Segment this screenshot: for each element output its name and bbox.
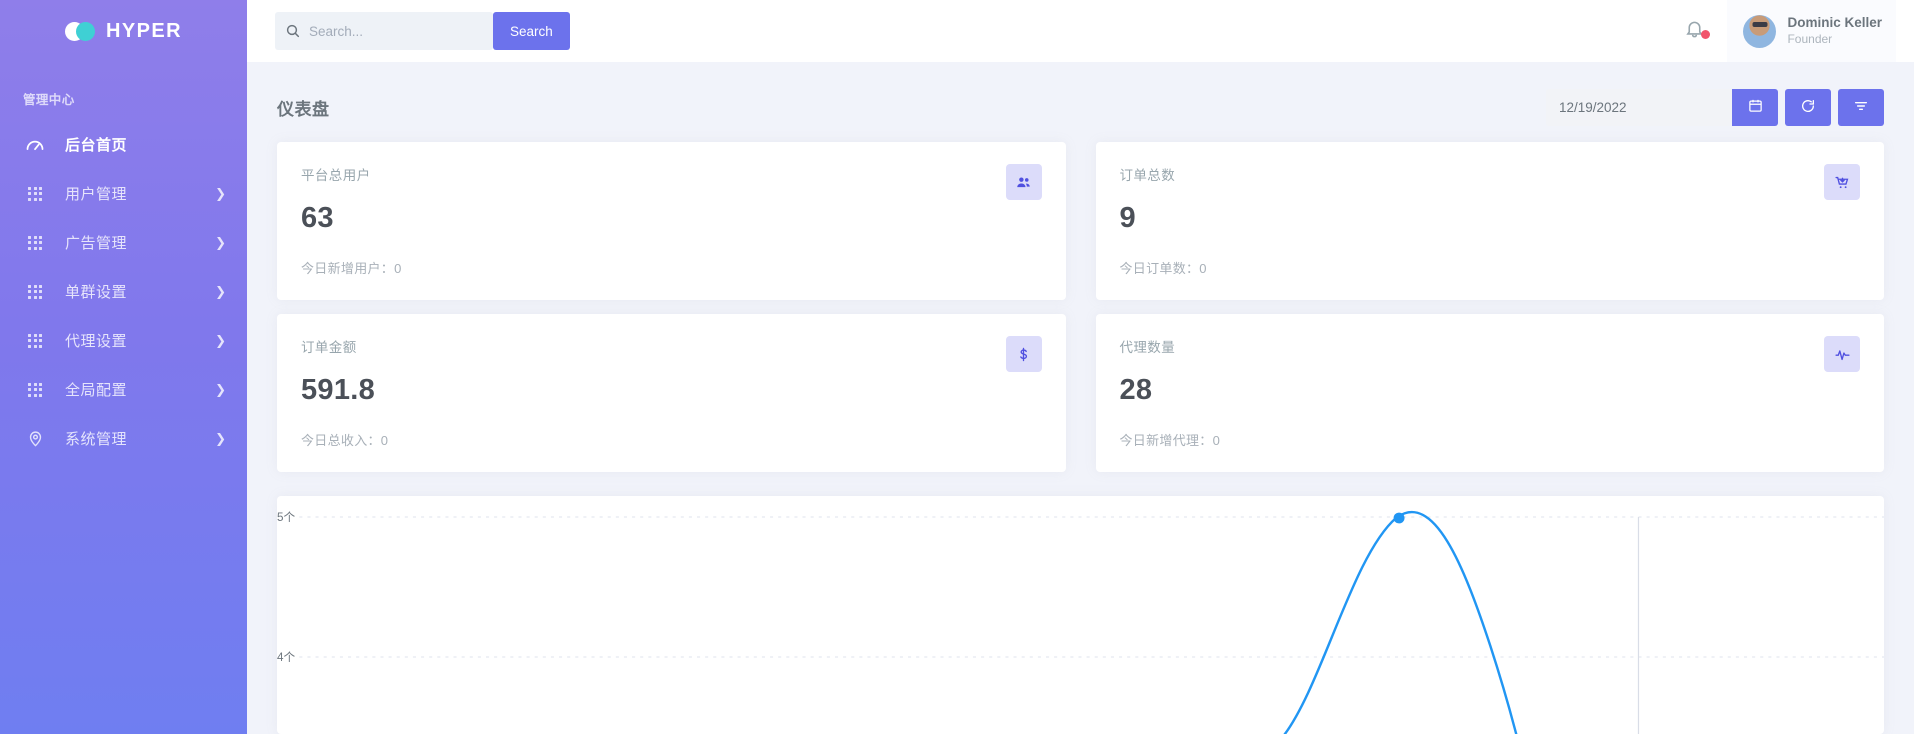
dollar-icon [1006,336,1042,372]
sidebar-item-ad-management[interactable]: 广告管理 ❯ [0,218,247,267]
sidebar-item-label: 全局配置 [65,379,215,400]
refresh-icon [1800,98,1816,117]
dashboard-app: HYPER 管理中心 后台首页 用户管理 ❯ [0,0,1914,734]
chevron-right-icon: ❯ [215,285,226,298]
avatar [1743,15,1776,48]
sidebar-item-user-management[interactable]: 用户管理 ❯ [0,169,247,218]
user-role: Founder [1787,32,1882,47]
stat-subtext: 今日总收入：0 [301,430,1042,449]
stat-value: 9 [1120,202,1861,235]
logo-mark-icon [65,22,99,41]
grid-icon [25,282,45,302]
filter-icon [1853,98,1869,117]
sidebar-item-label: 广告管理 [65,232,215,253]
stat-label: 订单金额 [301,336,1042,356]
notification-badge [1701,30,1710,39]
sidebar-item-label: 用户管理 [65,183,215,204]
brand-logo[interactable]: HYPER [0,0,247,62]
page-title: 仪表盘 [277,95,330,120]
filter-button[interactable] [1838,89,1884,126]
stat-subtext: 今日新增用户：0 [301,258,1042,277]
stat-value: 28 [1120,374,1861,407]
stat-card-total-users: 平台总用户 63 今日新增用户：0 [277,142,1066,300]
chart-data-point-peak[interactable] [1394,513,1405,524]
search-button[interactable]: Search [493,12,570,50]
chevron-right-icon: ❯ [215,187,226,200]
sidebar-item-agent-settings[interactable]: 代理设置 ❯ [0,316,247,365]
main-area: Search Dominic Keller [247,0,1914,734]
chevron-right-icon: ❯ [215,432,226,445]
date-input[interactable] [1546,89,1732,126]
grid-icon [25,233,45,253]
stat-cards: 平台总用户 63 今日新增用户：0 订单总数 9 今日订单数：0 [247,130,1914,486]
sidebar-item-global-config[interactable]: 全局配置 ❯ [0,365,247,414]
stat-value: 63 [301,202,1042,235]
grid-icon [25,184,45,204]
sidebar-item-label: 单群设置 [65,281,215,302]
search-input[interactable] [309,24,486,39]
search-icon [285,23,301,39]
stat-label: 代理数量 [1120,336,1861,356]
sidebar-nav: 后台首页 用户管理 ❯ 广告管理 ❯ 单群设置 [0,120,247,463]
sidebar: HYPER 管理中心 后台首页 用户管理 ❯ [0,0,247,734]
user-name: Dominic Keller [1787,15,1882,32]
calendar-icon [1748,98,1763,116]
logo-text: HYPER [106,20,182,43]
stat-card-row: 订单金额 591.8 今日总收入：0 代理数量 28 今日新增代理：0 [277,314,1884,472]
stat-card-total-orders: 订单总数 9 今日订单数：0 [1096,142,1885,300]
analytics-chart-card: 5个 4个 [277,496,1884,734]
stat-label: 订单总数 [1120,164,1861,184]
stat-card-order-amount: 订单金额 591.8 今日总收入：0 [277,314,1066,472]
calendar-button[interactable] [1732,89,1778,126]
sidebar-section-title: 管理中心 [0,89,247,108]
sidebar-item-system-management[interactable]: 系统管理 ❯ [0,414,247,463]
search-group: Search [275,12,570,50]
grid-icon [25,380,45,400]
pulse-icon [1824,336,1860,372]
y-axis-tick-5: 5个 [277,511,296,524]
topbar-right: Dominic Keller Founder [1662,0,1896,62]
chevron-right-icon: ❯ [215,383,226,396]
stat-card-row: 平台总用户 63 今日新增用户：0 订单总数 9 今日订单数：0 [277,142,1884,300]
gauge-icon [25,135,45,155]
sidebar-item-label: 代理设置 [65,330,215,351]
sidebar-item-label: 后台首页 [65,134,226,155]
chevron-right-icon: ❯ [215,236,226,249]
sidebar-item-label: 系统管理 [65,428,215,449]
page-header-actions [1546,89,1884,126]
cart-icon [1824,164,1860,200]
stat-subtext: 今日订单数：0 [1120,258,1861,277]
analytics-line-chart[interactable]: 5个 4个 [277,496,1884,734]
user-menu[interactable]: Dominic Keller Founder [1727,0,1896,62]
grid-icon [25,331,45,351]
topbar: Search Dominic Keller [247,0,1914,62]
map-pin-icon [25,429,45,449]
users-icon [1006,164,1042,200]
sidebar-item-group-settings[interactable]: 单群设置 ❯ [0,267,247,316]
stat-label: 平台总用户 [301,164,1042,184]
stat-subtext: 今日新增代理：0 [1120,430,1861,449]
notifications-button[interactable] [1662,18,1727,44]
chevron-right-icon: ❯ [215,334,226,347]
sidebar-item-home[interactable]: 后台首页 [0,120,247,169]
y-axis-tick-4: 4个 [277,651,296,664]
search-box[interactable] [275,12,493,50]
stat-value: 591.8 [301,374,1042,407]
page-header: 仪表盘 [247,62,1914,130]
stat-card-agent-count: 代理数量 28 今日新增代理：0 [1096,314,1885,472]
chart-line-series [1283,512,1516,734]
refresh-button[interactable] [1785,89,1831,126]
